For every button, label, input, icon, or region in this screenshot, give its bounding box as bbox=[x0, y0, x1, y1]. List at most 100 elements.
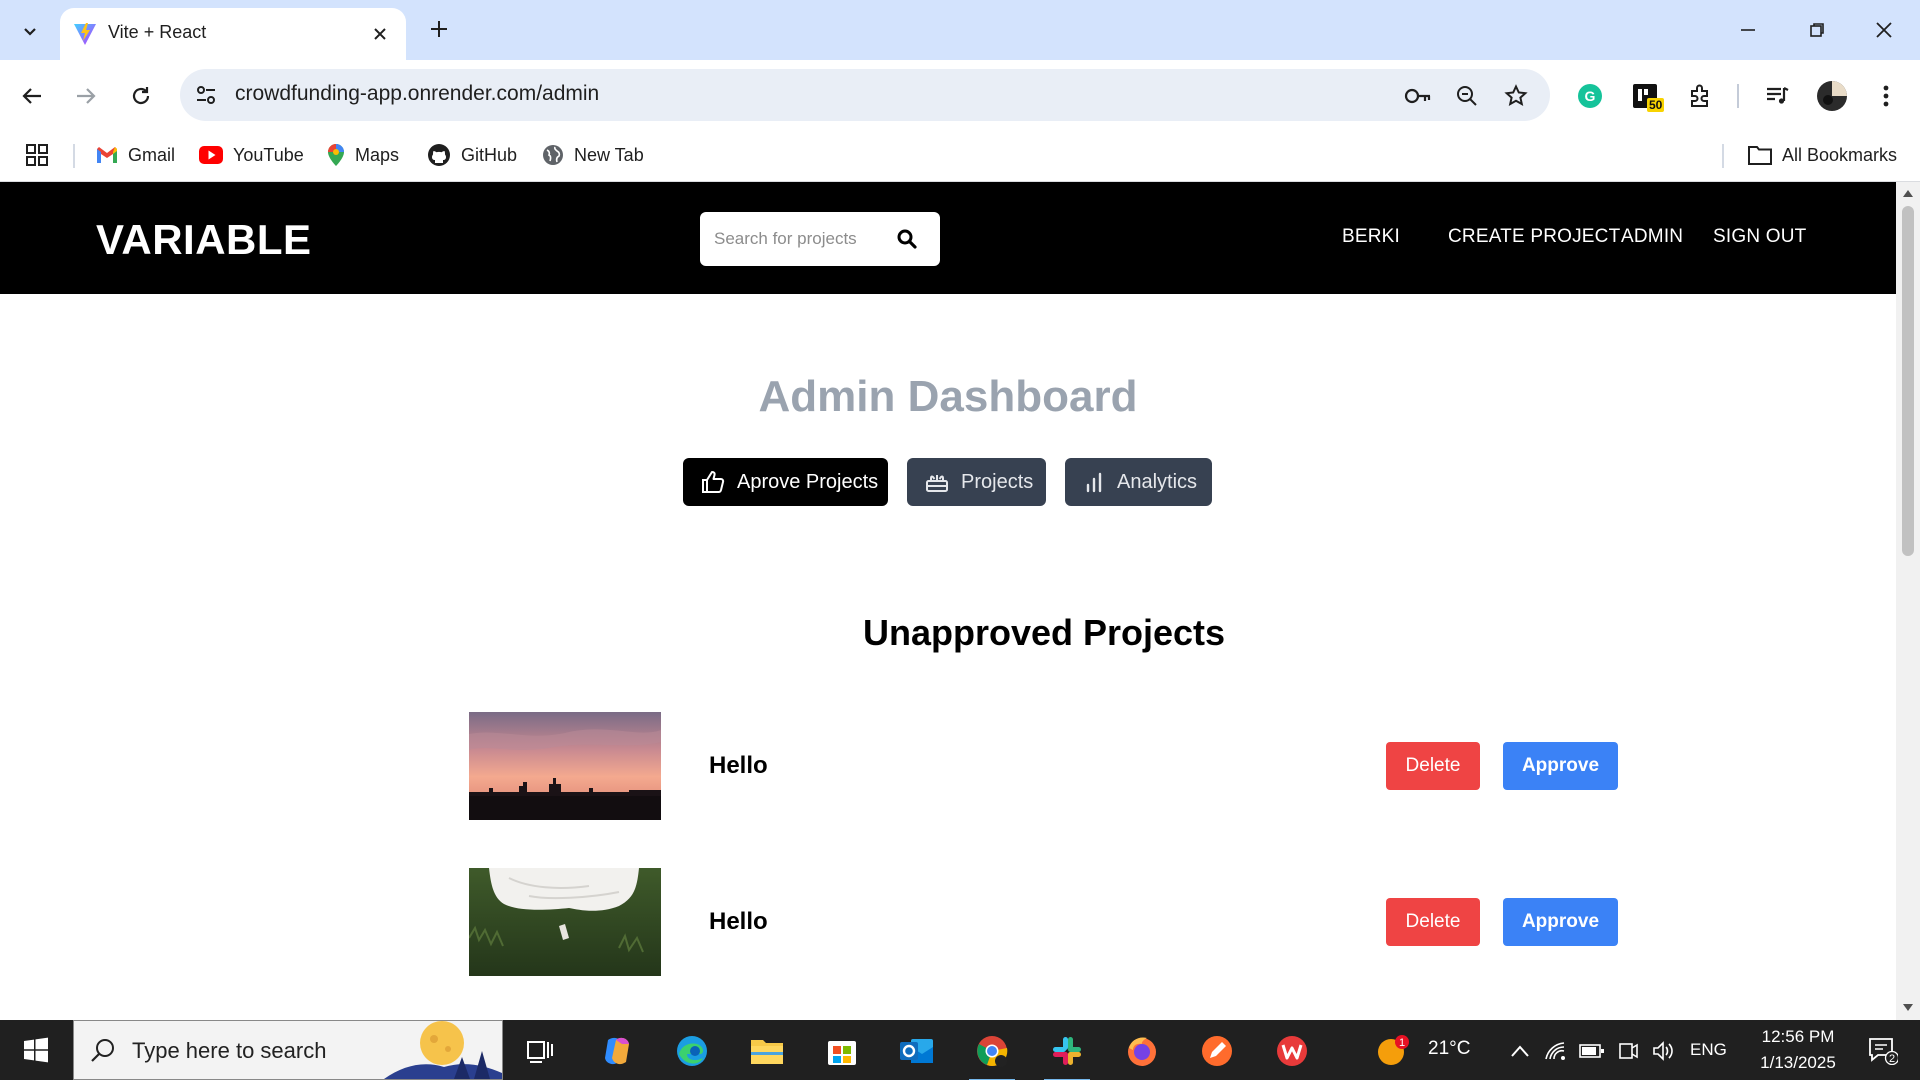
bookmark-new-tab[interactable]: New Tab bbox=[542, 140, 644, 170]
nav-user[interactable]: BERKI bbox=[1342, 226, 1400, 248]
weather-temperature[interactable]: 21°C bbox=[1428, 1038, 1470, 1060]
project-row: Hello Delete Approve bbox=[469, 712, 1619, 820]
scroll-up-arrow[interactable] bbox=[1903, 190, 1913, 197]
site-navbar: VARIABLE BERKI CREATE PROJECT ADMIN SIGN… bbox=[0, 182, 1896, 294]
weather-widget[interactable]: 1 bbox=[1372, 1028, 1412, 1074]
tab-approve-projects[interactable]: Aprove Projects bbox=[683, 458, 888, 506]
task-view-icon bbox=[527, 1041, 553, 1063]
grammarly-extension[interactable]: G bbox=[1572, 78, 1608, 114]
notification-icon: 2 bbox=[1869, 1038, 1898, 1065]
section-title: Unapproved Projects bbox=[862, 612, 1226, 653]
page-viewport: VARIABLE BERKI CREATE PROJECT ADMIN SIGN… bbox=[0, 182, 1896, 1020]
network-status[interactable] bbox=[1536, 1028, 1576, 1074]
copilot-app[interactable] bbox=[590, 1028, 644, 1074]
search-input[interactable] bbox=[714, 224, 884, 254]
site-info-icon[interactable] bbox=[194, 83, 218, 107]
address-bar[interactable]: crowdfunding-app.onrender.com/admin bbox=[180, 69, 1550, 121]
bookmark-youtube[interactable]: YouTube bbox=[199, 140, 304, 170]
bookmark-star-button[interactable] bbox=[1502, 82, 1530, 110]
edge-icon bbox=[677, 1036, 707, 1066]
profile-avatar-button[interactable] bbox=[1814, 78, 1850, 114]
arrow-right-icon bbox=[77, 88, 96, 104]
youtube-icon bbox=[199, 146, 223, 164]
reload-button[interactable] bbox=[121, 76, 161, 116]
close-icon bbox=[374, 28, 386, 40]
minimize-button[interactable] bbox=[1726, 10, 1770, 50]
tab-projects[interactable]: Projects bbox=[907, 458, 1046, 506]
wps-office-app[interactable] bbox=[1265, 1028, 1319, 1074]
firefox-app[interactable] bbox=[1115, 1028, 1169, 1074]
back-button[interactable] bbox=[12, 76, 52, 116]
restore-button[interactable] bbox=[1795, 10, 1839, 50]
edge-app[interactable] bbox=[665, 1028, 719, 1074]
media-controls-button[interactable] bbox=[1759, 78, 1795, 114]
search-icon bbox=[897, 229, 917, 249]
new-tab-button[interactable] bbox=[424, 14, 454, 44]
nav-admin[interactable]: ADMIN bbox=[1621, 226, 1683, 248]
approve-button[interactable]: Approve bbox=[1503, 742, 1618, 790]
file-explorer-app[interactable] bbox=[740, 1028, 794, 1074]
chrome-app[interactable] bbox=[965, 1028, 1019, 1080]
zoom-button[interactable] bbox=[1453, 82, 1481, 110]
page-scrollbar[interactable] bbox=[1896, 182, 1920, 1020]
approve-button[interactable]: Approve bbox=[1503, 898, 1618, 946]
close-window-button[interactable] bbox=[1862, 10, 1906, 50]
chevron-up-icon bbox=[1511, 1045, 1529, 1057]
nav-sign-out[interactable]: SIGN OUT bbox=[1713, 226, 1806, 248]
search-button[interactable] bbox=[894, 226, 920, 252]
battery-status[interactable] bbox=[1572, 1028, 1612, 1074]
input-language[interactable]: ENG bbox=[1690, 1040, 1727, 1060]
taskbar-search[interactable]: Type here to search bbox=[73, 1020, 503, 1080]
tab-analytics[interactable]: Analytics bbox=[1065, 458, 1212, 506]
browser-tab[interactable]: Vite + React bbox=[60, 8, 406, 60]
wifi-icon bbox=[1545, 1042, 1565, 1060]
project-thumbnail bbox=[469, 868, 661, 976]
slack-app[interactable] bbox=[1040, 1028, 1094, 1080]
outlook-app[interactable] bbox=[890, 1028, 944, 1074]
password-key-button[interactable] bbox=[1404, 82, 1432, 110]
url-text[interactable]: crowdfunding-app.onrender.com/admin bbox=[235, 82, 599, 106]
volume-control[interactable] bbox=[1644, 1028, 1684, 1074]
show-hidden-icons[interactable] bbox=[1500, 1028, 1540, 1074]
search-highlight-illustration bbox=[384, 1021, 502, 1079]
wps-icon bbox=[1277, 1036, 1307, 1066]
store-icon bbox=[828, 1041, 856, 1065]
globe-icon bbox=[543, 145, 563, 165]
avatar-icon bbox=[1817, 81, 1847, 111]
apps-button[interactable] bbox=[26, 140, 48, 170]
microsoft-store-app[interactable] bbox=[815, 1028, 869, 1074]
pen-app[interactable] bbox=[1190, 1028, 1244, 1074]
slack-icon bbox=[1053, 1037, 1081, 1065]
extensions-button[interactable] bbox=[1682, 78, 1718, 114]
copilot-icon bbox=[605, 1037, 629, 1065]
project-row: Hello Delete Approve bbox=[469, 868, 1619, 976]
clock-date: 1/13/2025 bbox=[1760, 1053, 1836, 1072]
bookmark-maps[interactable]: Maps bbox=[327, 140, 399, 170]
arrow-left-icon bbox=[22, 88, 41, 104]
key-icon bbox=[1404, 88, 1431, 104]
scrollbar-thumb[interactable] bbox=[1902, 206, 1914, 556]
extension-with-badge[interactable]: 50 bbox=[1627, 78, 1665, 114]
nav-create-project[interactable]: CREATE PROJECT bbox=[1448, 226, 1620, 248]
scroll-down-arrow[interactable] bbox=[1903, 1004, 1913, 1011]
chrome-menu-button[interactable] bbox=[1868, 78, 1904, 114]
tab-search-button[interactable] bbox=[10, 12, 50, 50]
windows-logo-icon bbox=[24, 1037, 48, 1063]
plus-icon bbox=[431, 21, 447, 37]
delete-button[interactable]: Delete bbox=[1386, 898, 1480, 946]
bookmark-gmail[interactable]: Gmail bbox=[96, 140, 175, 170]
close-icon bbox=[1876, 22, 1892, 38]
meet-now-button[interactable] bbox=[1608, 1028, 1648, 1074]
bookmark-github[interactable]: GitHub bbox=[427, 140, 517, 170]
site-logo[interactable]: VARIABLE bbox=[96, 216, 312, 264]
forward-button[interactable] bbox=[66, 76, 106, 116]
notification-center[interactable]: 2 bbox=[1860, 1028, 1906, 1074]
clock[interactable]: 12:56 PM 1/13/2025 bbox=[1738, 1024, 1858, 1076]
delete-button[interactable]: Delete bbox=[1386, 742, 1480, 790]
bookmark-label: Maps bbox=[355, 144, 400, 165]
start-button[interactable] bbox=[14, 1032, 58, 1068]
task-view-button[interactable] bbox=[513, 1028, 567, 1074]
browser-toolbar: crowdfunding-app.onrender.com/admin G 50 bbox=[0, 60, 1920, 130]
close-tab-button[interactable] bbox=[368, 22, 392, 46]
all-bookmarks-button[interactable]: All Bookmarks bbox=[1748, 140, 1897, 170]
